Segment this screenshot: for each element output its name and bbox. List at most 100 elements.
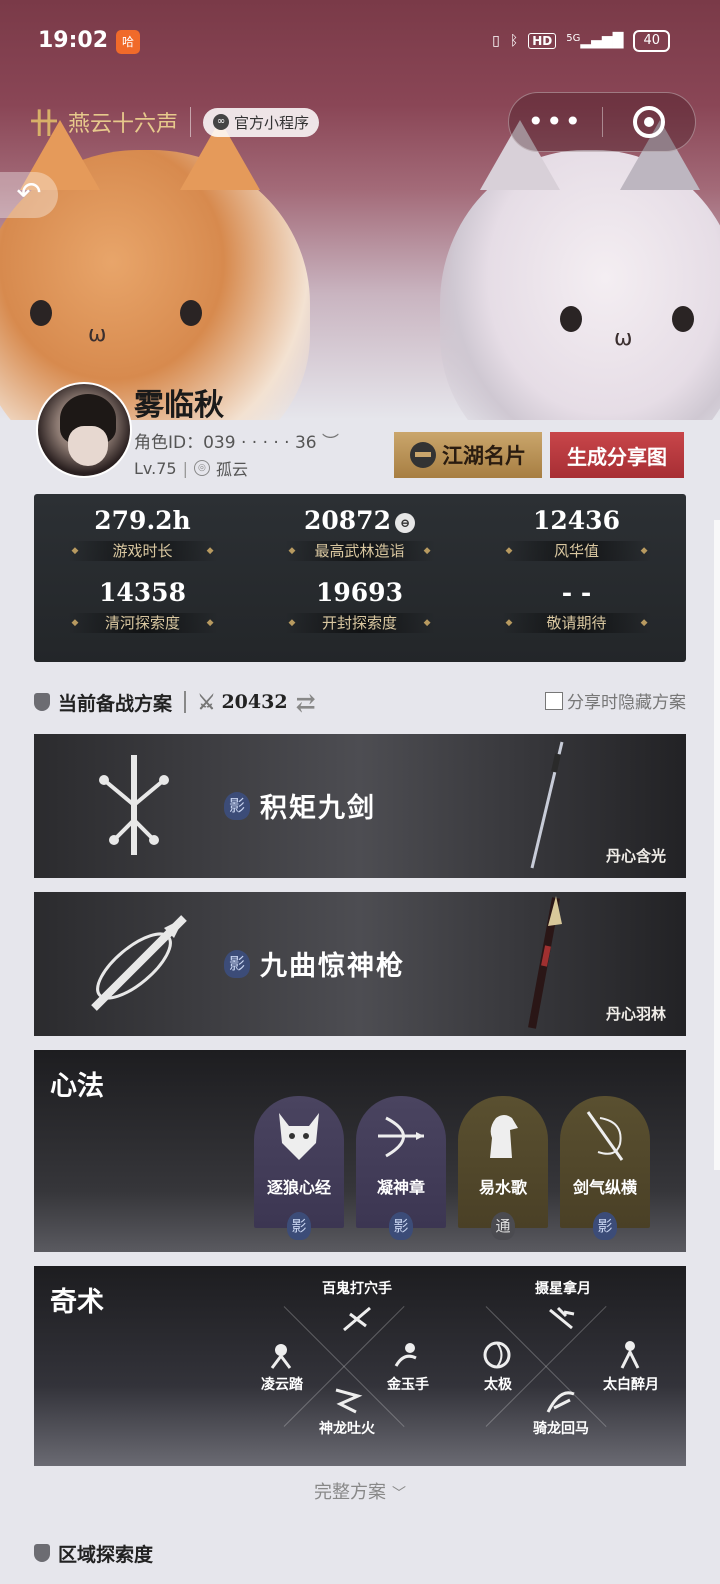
full-plan-toggle[interactable]: 完整方案 ﹀	[0, 1478, 720, 1504]
hd-icon: HD	[528, 33, 557, 49]
stats-panel: 279.2h 游戏时长 20872⊖ 最高武林造诣 12436 风华值 1435…	[34, 494, 686, 662]
stat-coming-soon: - - 敬请期待	[468, 578, 685, 633]
stat-label: 游戏时长	[67, 541, 218, 561]
technique-item[interactable]: 骑龙回马	[516, 1418, 606, 1438]
stat-value: 279.2h	[94, 506, 191, 535]
ninja-icon	[410, 442, 436, 468]
skill-name: 逐狼心经	[266, 1178, 331, 1197]
horse-icon	[490, 1115, 518, 1158]
sword-image	[530, 741, 564, 869]
loadout-header: 当前备战方案 ⚔ 20432 ⇄	[34, 687, 316, 717]
technique-icon	[546, 1391, 575, 1413]
skill-card[interactable]: 易水歌	[458, 1096, 548, 1228]
toggle-visibility-icon[interactable]: ︶	[322, 433, 339, 453]
avatar[interactable]	[36, 382, 132, 478]
bow-arrow-icon	[378, 1116, 424, 1158]
cat-eye	[672, 306, 694, 332]
weapon-name-text: 九曲惊神枪	[260, 951, 405, 982]
loadout-power: 20432	[221, 691, 288, 713]
shadow-tag-icon: 影	[389, 1212, 413, 1240]
hero-banner: ω ω	[0, 0, 720, 420]
technique-item[interactable]: 神龙吐火	[302, 1418, 392, 1438]
mental-arts-panel: 心法 逐狼心经 影 凝神章 影 易水歌 通 剑气纵横 影	[34, 1050, 686, 1252]
technique-item[interactable]: 百鬼打穴手	[302, 1278, 412, 1298]
technique-icon	[483, 1341, 511, 1369]
jianghu-card-button[interactable]: 江湖名片	[394, 432, 542, 478]
network-label: 5G	[566, 33, 581, 44]
technique-icon	[270, 1344, 292, 1369]
stat-value: - -	[561, 578, 592, 607]
skill-card[interactable]: 逐狼心经	[254, 1096, 344, 1228]
generate-share-image-button[interactable]: 生成分享图	[550, 432, 684, 478]
game-logo: 燕云十六声	[68, 112, 179, 137]
skill-name: 剑气纵横	[572, 1178, 637, 1197]
swap-icon[interactable]: ⇄	[296, 688, 316, 717]
technique-item[interactable]: 金玉手	[368, 1374, 448, 1394]
loadout-title: 当前备战方案	[58, 692, 173, 715]
stat-kaifeng-exploration: 19693 开封探索度	[251, 578, 468, 633]
techniques-panel: 奇术 百鬼打穴手 凌云踏 金玉手 神龙吐火 摄星拿月 太极 太白醉月 骑龙回马	[34, 1266, 686, 1466]
divider	[184, 691, 186, 713]
stat-label: 开封探索度	[284, 613, 435, 633]
technique-name: 百鬼打穴手	[322, 1281, 392, 1297]
shadow-tag-icon: 影	[593, 1212, 617, 1240]
technique-icon	[620, 1341, 640, 1369]
sword-emblem-icon	[99, 755, 169, 855]
back-button[interactable]: ↶	[0, 172, 58, 218]
scrollbar[interactable]	[714, 520, 720, 1170]
wolf-icon	[279, 1113, 319, 1160]
target-icon	[632, 106, 665, 138]
stat-value: 12436	[533, 506, 620, 535]
player-name: 雾临秋	[134, 388, 224, 423]
technique-icon	[549, 1306, 575, 1330]
status-bar: 19:02 哈 ▯ ᛒ HD 5G▂▄▆█ 40	[0, 22, 720, 62]
stat-value: 20872 ⊖	[251, 506, 468, 535]
technique-icon	[335, 1388, 363, 1414]
server-icon: ◎	[193, 460, 210, 476]
weapon-name: 影 积矩九剑	[224, 786, 376, 825]
stat-qinghe-exploration: 14358 清河探索度	[34, 578, 251, 633]
region-title: 区域探索度	[58, 1543, 154, 1566]
technique-item[interactable]: 凌云踏	[242, 1374, 322, 1394]
technique-item[interactable]: 太白醉月	[586, 1374, 676, 1394]
techniques-title: 奇术	[50, 1287, 104, 1318]
shadow-tag-icon: 影	[224, 949, 250, 978]
player-level: Lv.75	[134, 458, 177, 478]
technique-name: 骑龙回马	[533, 1421, 589, 1437]
weapon-card-spear[interactable]: 影 九曲惊神枪 丹心羽林	[34, 892, 686, 1036]
technique-name: 凌云踏	[261, 1377, 303, 1393]
more-menu-button[interactable]: •••	[509, 92, 602, 152]
cat-eye	[30, 300, 52, 326]
region-exploration-header: 区域探索度	[34, 1538, 153, 1568]
stat-elegance: 12436 风华值	[468, 506, 685, 561]
stat-value: 19693	[316, 578, 403, 607]
stat-play-time: 279.2h 游戏时长	[34, 506, 251, 561]
back-arrow-icon: ↶	[16, 176, 42, 211]
clock: 19:02	[38, 28, 109, 53]
hide-plan-option[interactable]: 分享时隐藏方案	[545, 688, 686, 713]
official-miniprogram-badge[interactable]: ∞ 官方小程序	[203, 107, 320, 137]
weapon-card-sword[interactable]: 影 积矩九剑 丹心含光	[34, 734, 686, 878]
app-notification-icon: 哈	[116, 30, 140, 54]
technique-name: 太白醉月	[603, 1377, 659, 1393]
level-row: Lv.75 | ◎ 孤云	[134, 456, 248, 480]
technique-name: 神龙吐火	[319, 1421, 375, 1437]
cat-eye	[560, 306, 582, 332]
stat-label: 清河探索度	[67, 613, 218, 633]
skill-card[interactable]: 剑气纵横	[560, 1096, 650, 1228]
stat-value: 14358	[99, 578, 186, 607]
hide-plan-checkbox[interactable]	[545, 691, 563, 710]
battery-level: 40	[643, 33, 660, 48]
skill-card[interactable]: 凝神章	[356, 1096, 446, 1228]
technique-icon	[394, 1343, 417, 1367]
technique-item[interactable]: 太极	[458, 1374, 538, 1394]
shield-icon	[34, 1544, 50, 1562]
server-name: 孤云	[215, 460, 248, 479]
close-miniprogram-button[interactable]	[603, 106, 696, 138]
skill-name: 易水歌	[478, 1178, 527, 1197]
technique-item[interactable]: 摄星拿月	[508, 1278, 618, 1298]
stat-label: 敬请期待	[501, 613, 652, 633]
cat-mouth: ω	[88, 322, 107, 347]
technique-name: 摄星拿月	[535, 1281, 591, 1297]
hide-plan-label: 分享时隐藏方案	[567, 693, 686, 713]
